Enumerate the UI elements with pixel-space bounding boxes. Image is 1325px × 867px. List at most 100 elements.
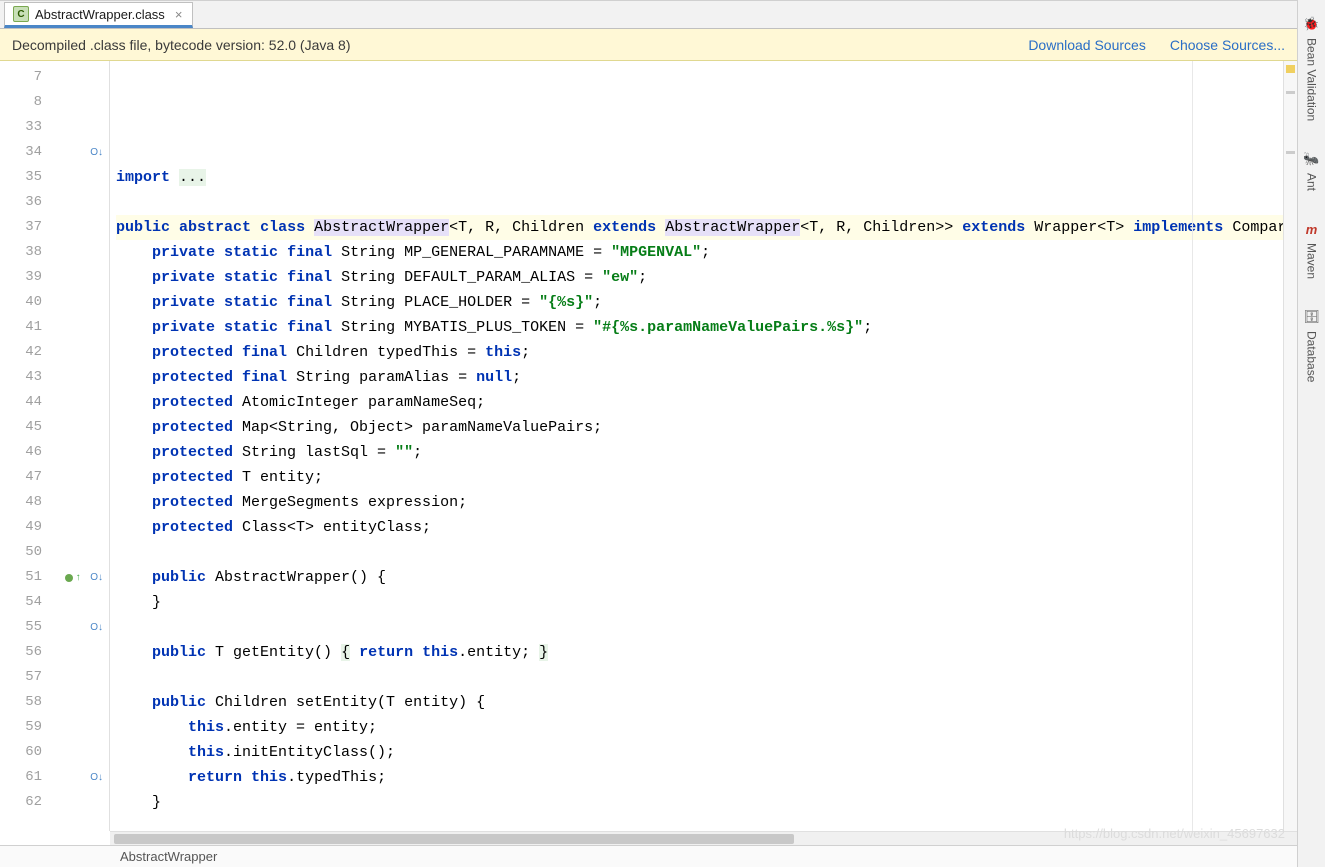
line-number: 57 [0, 665, 60, 690]
code-editor[interactable]: 7833343536373839404142434445464748495051… [0, 61, 1297, 831]
scrollbar-thumb[interactable] [114, 834, 794, 844]
gutter-marker [60, 515, 109, 540]
code-line[interactable]: public T getEntity() { return this.entit… [116, 640, 1283, 665]
code-line[interactable]: public abstract class AbstractWrapper<T,… [116, 215, 1283, 240]
editor-tab-active[interactable]: C AbstractWrapper.class × [4, 2, 193, 28]
line-number: 58 [0, 690, 60, 715]
code-line[interactable]: this.initEntityClass(); [116, 740, 1283, 765]
gutter-marker [60, 115, 109, 140]
code-line[interactable]: public AbstractWrapper() { [116, 565, 1283, 590]
line-number: 48 [0, 490, 60, 515]
line-number: 39 [0, 265, 60, 290]
gutter-marker [60, 290, 109, 315]
code-line[interactable] [116, 815, 1283, 831]
gutter-marker [60, 190, 109, 215]
decompiled-banner: Decompiled .class file, bytecode version… [0, 29, 1297, 61]
banner-message: Decompiled .class file, bytecode version… [12, 37, 351, 53]
code-line[interactable] [116, 140, 1283, 165]
marker-gutter[interactable]: O↓ ↑ O↓ O↓ O↓ [60, 61, 110, 831]
gutter-marker [60, 790, 109, 815]
class-file-icon: C [13, 6, 29, 22]
line-number-gutter: 7833343536373839404142434445464748495051… [0, 61, 60, 831]
gutter-marker [60, 640, 109, 665]
line-number: 36 [0, 190, 60, 215]
code-line[interactable]: } [116, 790, 1283, 815]
stripe-mark[interactable] [1286, 151, 1295, 154]
right-tool-sidebar: 🐞 Bean Validation 🐜 Ant m Maven 🗄 Databa… [1297, 0, 1325, 867]
tool-label: Bean Validation [1305, 38, 1319, 121]
right-margin-line [1192, 61, 1193, 831]
tool-database[interactable]: 🗄 Database [1304, 303, 1320, 388]
gutter-marker[interactable]: O↓ [60, 140, 109, 165]
line-number: 43 [0, 365, 60, 390]
code-line[interactable]: public Children setEntity(T entity) { [116, 690, 1283, 715]
line-number: 35 [0, 165, 60, 190]
gutter-marker[interactable]: O↓ [60, 615, 109, 640]
line-number: 56 [0, 640, 60, 665]
gutter-marker [60, 540, 109, 565]
code-line[interactable] [116, 540, 1283, 565]
line-number: 7 [0, 65, 60, 90]
code-line[interactable]: protected Class<T> entityClass; [116, 515, 1283, 540]
line-number: 47 [0, 465, 60, 490]
line-number: 45 [0, 415, 60, 440]
download-sources-link[interactable]: Download Sources [1028, 37, 1146, 53]
code-line[interactable] [116, 665, 1283, 690]
close-icon[interactable]: × [175, 7, 183, 22]
line-number: 42 [0, 340, 60, 365]
error-stripe[interactable] [1283, 61, 1297, 831]
line-number: 51 [0, 565, 60, 590]
gutter-marker [60, 440, 109, 465]
line-number: 44 [0, 390, 60, 415]
gutter-marker [60, 65, 109, 90]
gutter-marker[interactable]: O↓ [60, 765, 109, 790]
database-icon: 🗄 [1304, 309, 1320, 325]
code-line[interactable]: return this.typedThis; [116, 765, 1283, 790]
warning-indicator[interactable] [1286, 65, 1295, 73]
line-number: 37 [0, 215, 60, 240]
line-number: 61 [0, 765, 60, 790]
tool-label: Maven [1305, 243, 1319, 279]
code-line[interactable]: this.entity = entity; [116, 715, 1283, 740]
code-line[interactable]: private static final String DEFAULT_PARA… [116, 265, 1283, 290]
gutter-marker[interactable]: ↑ O↓ [60, 565, 109, 590]
horizontal-scrollbar[interactable] [110, 831, 1297, 845]
stripe-mark[interactable] [1286, 91, 1295, 94]
code-line[interactable] [116, 615, 1283, 640]
choose-sources-link[interactable]: Choose Sources... [1170, 37, 1285, 53]
gutter-marker [60, 715, 109, 740]
code-line[interactable]: import ... [116, 165, 1283, 190]
tool-label: Ant [1305, 173, 1319, 191]
code-line[interactable]: protected Map<String, Object> paramNameV… [116, 415, 1283, 440]
code-line[interactable]: protected final String paramAlias = null… [116, 365, 1283, 390]
gutter-marker [60, 415, 109, 440]
tool-ant[interactable]: 🐜 Ant [1304, 145, 1320, 197]
code-area[interactable]: import ... public abstract class Abstrac… [110, 61, 1283, 831]
maven-icon: m [1304, 221, 1320, 237]
tab-filename: AbstractWrapper.class [35, 7, 165, 22]
gutter-marker [60, 665, 109, 690]
code-line[interactable]: } [116, 590, 1283, 615]
gutter-marker [60, 265, 109, 290]
gutter-marker [60, 740, 109, 765]
tool-maven[interactable]: m Maven [1304, 215, 1320, 285]
code-line[interactable] [116, 190, 1283, 215]
line-number: 49 [0, 515, 60, 540]
code-line[interactable]: protected String lastSql = ""; [116, 440, 1283, 465]
line-number: 46 [0, 440, 60, 465]
ant-icon: 🐜 [1304, 151, 1320, 167]
line-number: 62 [0, 790, 60, 815]
line-number: 34 [0, 140, 60, 165]
gutter-marker [60, 590, 109, 615]
code-line[interactable]: protected final Children typedThis = thi… [116, 340, 1283, 365]
breadcrumb-item[interactable]: AbstractWrapper [120, 849, 217, 864]
code-line[interactable]: protected T entity; [116, 465, 1283, 490]
tool-bean-validation[interactable]: 🐞 Bean Validation [1304, 10, 1320, 127]
code-line[interactable]: private static final String MYBATIS_PLUS… [116, 315, 1283, 340]
line-number: 60 [0, 740, 60, 765]
code-line[interactable]: protected AtomicInteger paramNameSeq; [116, 390, 1283, 415]
breadcrumb-bar[interactable]: AbstractWrapper [0, 845, 1297, 867]
code-line[interactable]: private static final String PLACE_HOLDER… [116, 290, 1283, 315]
code-line[interactable]: private static final String MP_GENERAL_P… [116, 240, 1283, 265]
code-line[interactable]: protected MergeSegments expression; [116, 490, 1283, 515]
